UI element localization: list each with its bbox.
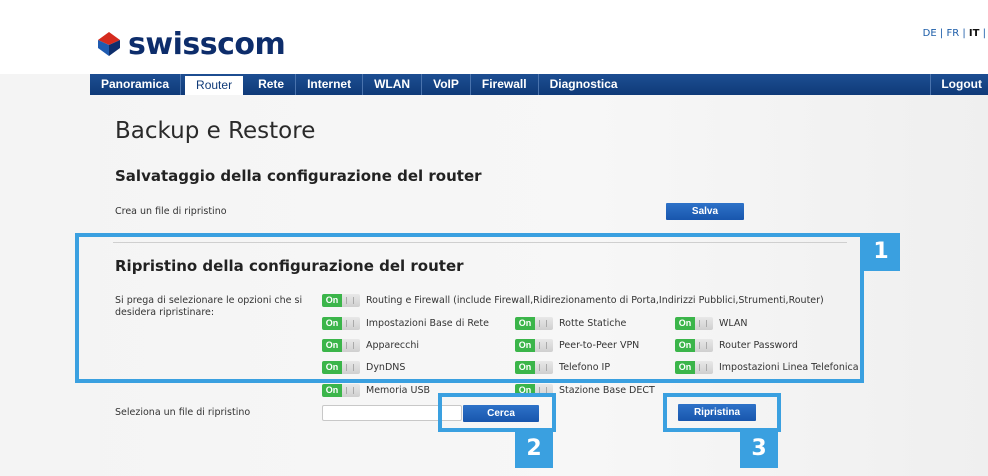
callout-box-3 [663,393,781,432]
tab-router[interactable]: Router [185,76,244,95]
tab-wlan[interactable]: WLAN [363,74,423,95]
callout-box-2 [438,393,556,432]
header: swisscom DE | FR | IT | [0,0,988,74]
lang-it[interactable]: IT [969,28,980,39]
callout-badge-3: 3 [740,430,778,468]
swisscom-logo-icon [98,32,120,56]
option-memoria-usb[interactable]: On Memoria USB [322,384,430,397]
main-nav: Panoramica Router Rete Internet WLAN VoI… [90,74,988,95]
language-switcher: DE | FR | IT | [923,28,986,39]
callout-badge-1: 1 [862,233,900,271]
lang-separator: | [939,28,944,39]
option-label: Memoria USB [366,385,430,396]
tab-rete[interactable]: Rete [247,74,297,95]
lang-de[interactable]: DE [923,28,937,39]
create-restore-file-label: Crea un file di ripristino [115,206,227,217]
brand-name: swisscom [128,26,286,62]
lang-separator: | [962,28,966,39]
callout-badge-2: 2 [515,430,553,468]
select-file-label: Seleziona un file di ripristino [115,407,251,418]
tab-panoramica[interactable]: Panoramica [90,74,182,95]
option-label: Stazione Base DECT [559,385,655,396]
lang-separator: | [982,28,986,39]
tab-diagnostica[interactable]: Diagnostica [539,74,629,95]
page: swisscom DE | FR | IT | Panoramica Route… [0,0,988,476]
tab-internet[interactable]: Internet [296,74,364,95]
toggle-on-label: On [322,384,342,397]
toggle-switch[interactable]: On [322,384,360,397]
swisscom-logo[interactable]: swisscom [98,26,286,62]
callout-box-1 [75,233,864,383]
tab-voip[interactable]: VoIP [422,74,471,95]
toggle-knob [342,384,360,397]
logout-link[interactable]: Logout [930,74,988,95]
tab-firewall[interactable]: Firewall [471,74,539,95]
page-title: Backup e Restore [115,118,316,144]
lang-fr[interactable]: FR [946,28,959,39]
backup-heading: Salvataggio della configurazione del rou… [115,167,482,185]
save-button[interactable]: Salva [666,203,744,220]
